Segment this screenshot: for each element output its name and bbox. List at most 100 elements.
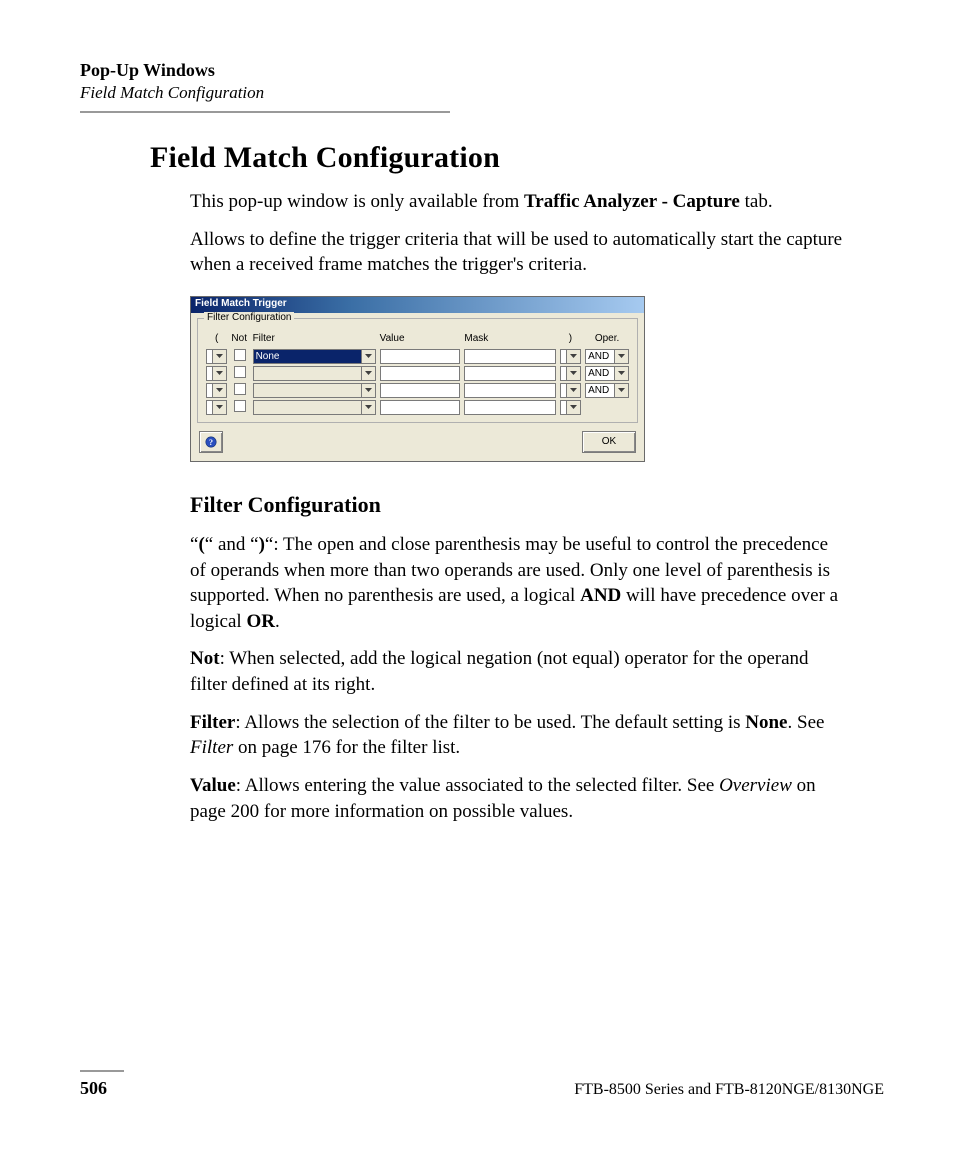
filter-row: None AND <box>204 348 631 365</box>
dropdown[interactable]: AND <box>585 383 629 398</box>
col-open: ( <box>204 333 229 348</box>
chevron-down-icon[interactable] <box>566 384 580 397</box>
filter-configuration-group: Filter Configuration ( Not Filter Value … <box>197 318 638 423</box>
col-not: Not <box>229 333 250 348</box>
text-bold: Not <box>190 648 220 669</box>
dropdown[interactable] <box>253 366 376 381</box>
chevron-down-icon[interactable] <box>566 367 580 380</box>
fc-p3: Filter: Allows the selection of the filt… <box>190 710 844 761</box>
dropdown-value <box>254 401 361 414</box>
text: This pop-up window is only available fro… <box>190 191 524 212</box>
text: . <box>275 611 280 632</box>
text-bold: Filter <box>190 712 235 733</box>
page-footer: 506 FTB-8500 Series and FTB-8120NGE/8130… <box>80 1070 884 1099</box>
ok-button[interactable]: OK <box>582 431 636 453</box>
dropdown[interactable] <box>560 383 581 398</box>
text-bold: OR <box>246 611 275 632</box>
intro-p1: This pop-up window is only available fro… <box>190 189 844 215</box>
text-bold: None <box>745 712 787 733</box>
dropdown-value: AND <box>586 384 614 397</box>
dropdown-value: AND <box>586 350 614 363</box>
text-italic: Overview <box>719 775 792 796</box>
not-checkbox[interactable] <box>234 383 246 395</box>
filter-row: AND <box>204 365 631 382</box>
dropdown-value <box>254 367 361 380</box>
not-checkbox[interactable] <box>234 366 246 378</box>
dialog-screenshot: Field Match Trigger Filter Configuration… <box>190 296 645 462</box>
text-bold: Traffic Analyzer - Capture <box>524 191 740 212</box>
dropdown[interactable] <box>560 366 581 381</box>
value-input[interactable] <box>380 366 461 381</box>
running-head-line2: Field Match Configuration <box>80 83 884 103</box>
text: tab. <box>740 191 773 212</box>
mask-input[interactable] <box>464 349 555 364</box>
dropdown[interactable] <box>206 349 227 364</box>
help-icon: ? <box>205 436 217 448</box>
dialog-footer: ? OK <box>191 425 644 461</box>
fc-p4: Value: Allows entering the value associa… <box>190 773 844 824</box>
col-value: Value <box>378 333 463 348</box>
chevron-down-icon[interactable] <box>361 384 375 397</box>
filter-table: ( Not Filter Value Mask ) Oper. None AND A… <box>204 333 631 416</box>
header-rule <box>80 111 450 113</box>
filter-row: AND <box>204 382 631 399</box>
dropdown-value: AND <box>586 367 614 380</box>
page-number: 506 <box>80 1078 107 1099</box>
dropdown[interactable]: AND <box>585 366 629 381</box>
text-bold: Value <box>190 775 236 796</box>
dropdown[interactable] <box>206 366 227 381</box>
fc-p1: “(“ and “)“: The open and close parenthe… <box>190 532 844 635</box>
value-input[interactable] <box>380 349 461 364</box>
fc-p2: Not: When selected, add the logical nega… <box>190 646 844 697</box>
dropdown[interactable] <box>560 400 581 415</box>
dropdown[interactable] <box>253 400 376 415</box>
chevron-down-icon[interactable] <box>212 367 226 380</box>
col-oper: Oper. <box>583 333 631 348</box>
not-checkbox[interactable] <box>234 349 246 361</box>
dropdown[interactable]: AND <box>585 349 629 364</box>
col-mask: Mask <box>462 333 557 348</box>
page-title: Field Match Configuration <box>150 141 884 175</box>
chevron-down-icon[interactable] <box>212 350 226 363</box>
dropdown[interactable] <box>253 383 376 398</box>
filter-table-header: ( Not Filter Value Mask ) Oper. <box>204 333 631 348</box>
mask-input[interactable] <box>464 400 555 415</box>
chevron-down-icon[interactable] <box>361 401 375 414</box>
groupbox-legend: Filter Configuration <box>204 312 294 323</box>
not-checkbox[interactable] <box>234 400 246 412</box>
text: : Allows entering the value associated t… <box>236 775 719 796</box>
footer-rule <box>80 1070 124 1072</box>
dropdown-value: None <box>254 350 361 363</box>
dropdown[interactable] <box>206 383 227 398</box>
dropdown[interactable]: None <box>253 349 376 364</box>
chevron-down-icon[interactable] <box>361 350 375 363</box>
chevron-down-icon[interactable] <box>361 367 375 380</box>
col-close: ) <box>558 333 583 348</box>
chevron-down-icon[interactable] <box>566 401 580 414</box>
value-input[interactable] <box>380 383 461 398</box>
chevron-down-icon[interactable] <box>614 350 628 363</box>
chevron-down-icon[interactable] <box>614 367 628 380</box>
mask-input[interactable] <box>464 383 555 398</box>
chevron-down-icon[interactable] <box>614 384 628 397</box>
dropdown[interactable] <box>560 349 581 364</box>
help-button[interactable]: ? <box>199 431 223 453</box>
chevron-down-icon[interactable] <box>212 401 226 414</box>
text: . See <box>788 712 825 733</box>
text: on page 176 for the filter list. <box>233 737 460 758</box>
chevron-down-icon[interactable] <box>566 350 580 363</box>
text: : When selected, add the logical negatio… <box>190 648 809 695</box>
running-head: Pop-Up Windows Field Match Configuration <box>80 60 884 103</box>
col-filter: Filter <box>251 333 378 348</box>
dropdown[interactable] <box>206 400 227 415</box>
running-head-line1: Pop-Up Windows <box>80 60 884 81</box>
mask-input[interactable] <box>464 366 555 381</box>
dialog-titlebar: Field Match Trigger <box>191 297 644 313</box>
intro-p2: Allows to define the trigger criteria th… <box>190 227 844 278</box>
chevron-down-icon[interactable] <box>212 384 226 397</box>
footer-product: FTB-8500 Series and FTB-8120NGE/8130NGE <box>574 1081 884 1099</box>
dropdown-value <box>254 384 361 397</box>
svg-text:?: ? <box>209 438 213 447</box>
text-italic: Filter <box>190 737 233 758</box>
value-input[interactable] <box>380 400 461 415</box>
